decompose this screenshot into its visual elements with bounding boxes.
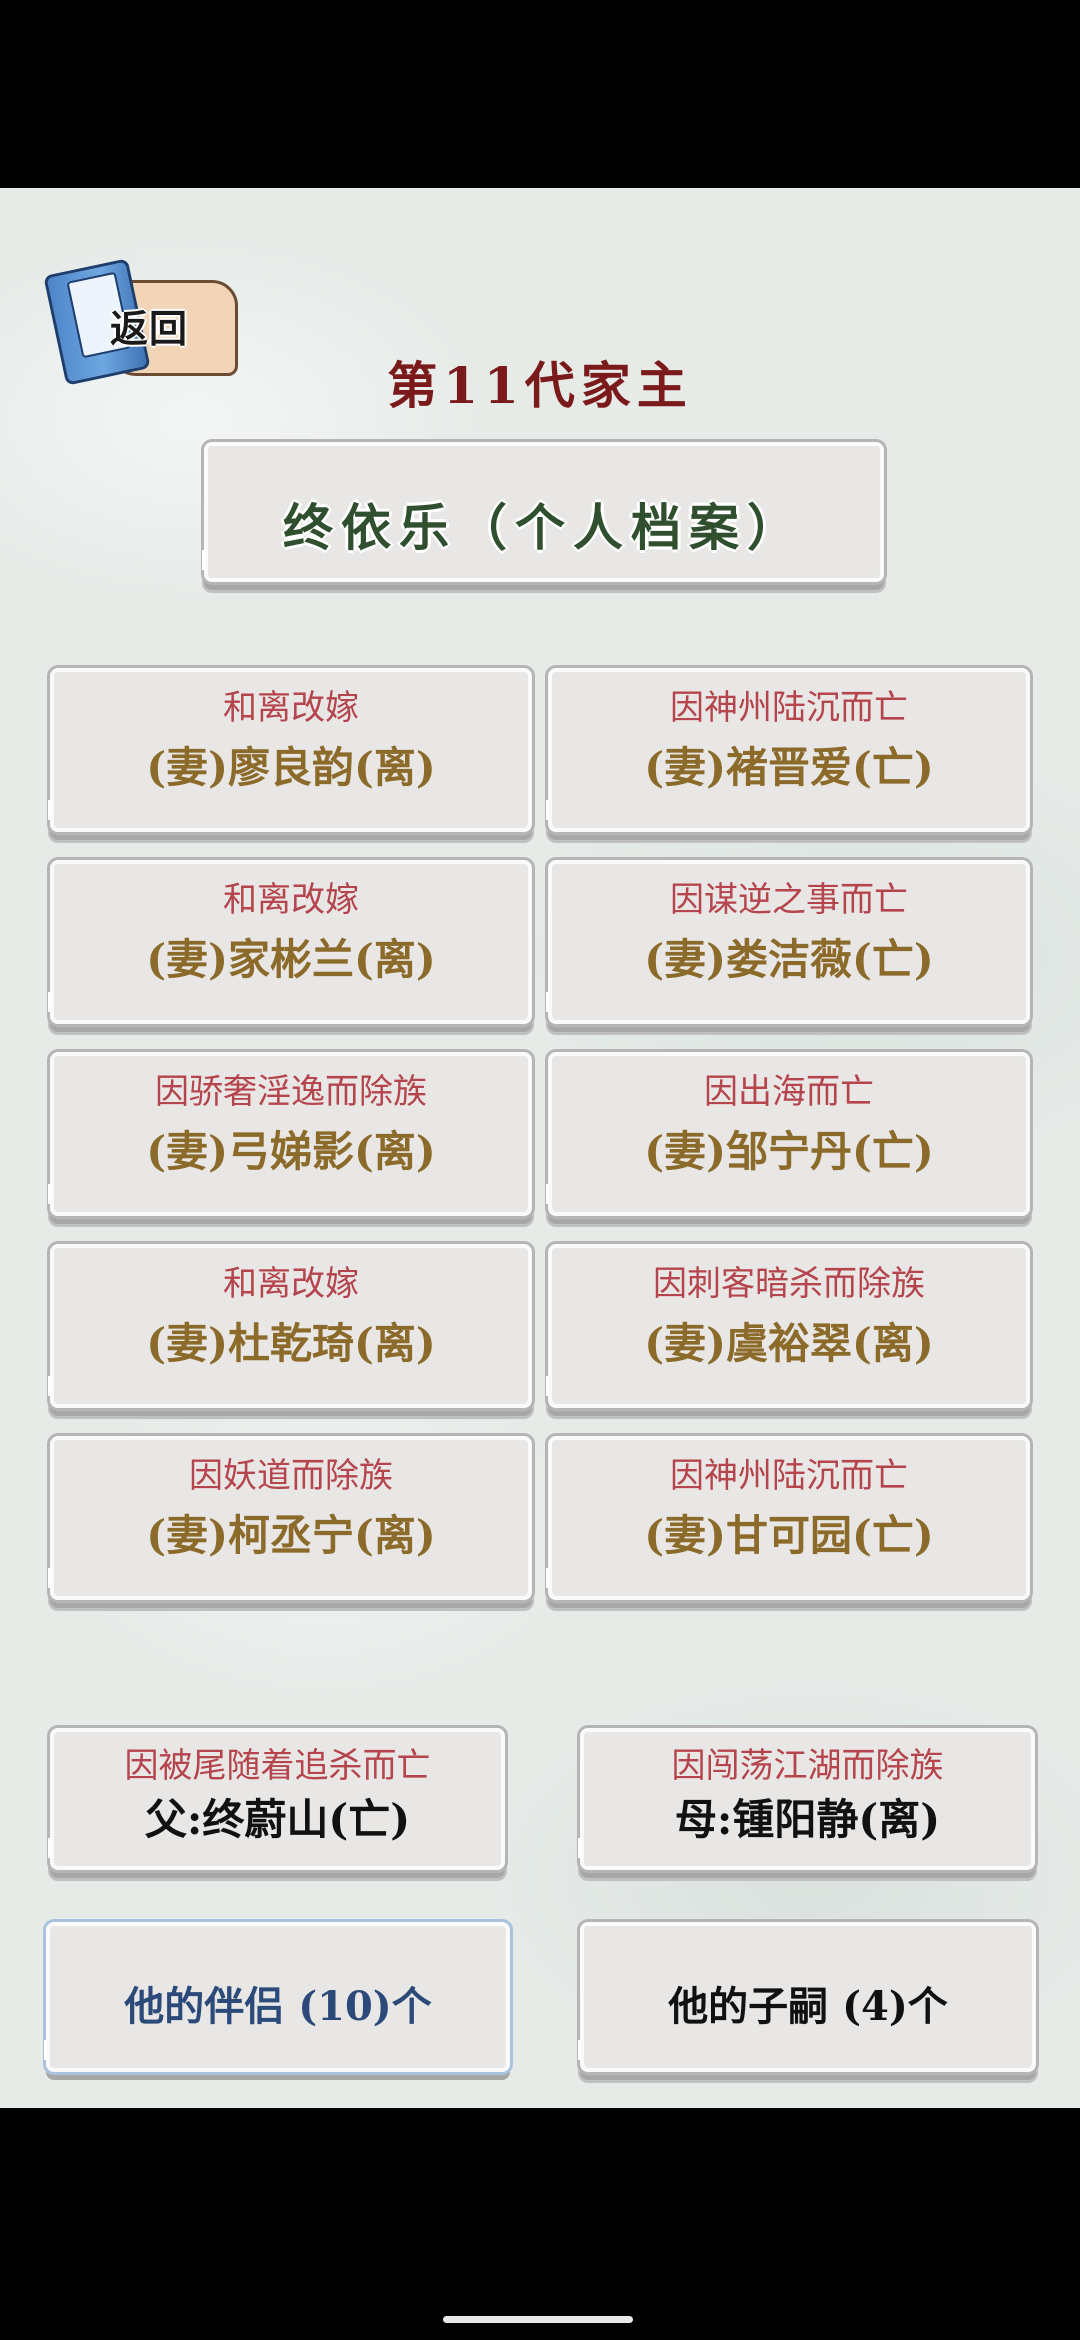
mother-name: 母:锺阳静(离) (674, 1795, 941, 1844)
partner-note: 因骄奢淫逸而除族 (155, 1072, 427, 1112)
partner-name: (妻)邹宁丹(亡) (644, 1127, 934, 1176)
partner-card[interactable]: 因骄奢淫逸而除族 (妻)弓娣影(离) (48, 1052, 532, 1216)
tab-partners[interactable]: 他的伴侣 (10)个 (44, 1922, 510, 2072)
partner-card[interactable]: 因神州陆沉而亡 (妻)甘可园(亡) (546, 1436, 1030, 1600)
partner-card[interactable]: 因刺客暗杀而除族 (妻)虞裕翠(离) (546, 1244, 1030, 1408)
partner-note: 因出海而亡 (704, 1072, 874, 1112)
status-bar (0, 0, 1080, 188)
back-button-label: 返回 (110, 307, 189, 351)
app-screen: 返回 第11代家主 终依乐（个人档案） 和离改嫁 (妻)廖良韵(离) 因神州陆沉… (0, 188, 1080, 2108)
partner-card[interactable]: 因妖道而除族 (妻)柯丞宁(离) (48, 1436, 532, 1600)
partner-card[interactable]: 和离改嫁 (妻)杜乾琦(离) (48, 1244, 532, 1408)
partner-name: (妻)杜乾琦(离) (146, 1319, 436, 1368)
father-card[interactable]: 因被尾随着追杀而亡 父:终蔚山(亡) (48, 1728, 505, 1870)
partner-card[interactable]: 因神州陆沉而亡 (妻)褚晋爱(亡) (546, 668, 1030, 832)
partner-name: (妻)柯丞宁(离) (146, 1511, 436, 1560)
partner-card[interactable]: 因出海而亡 (妻)邹宁丹(亡) (546, 1052, 1030, 1216)
father-note: 因被尾随着追杀而亡 (124, 1746, 431, 1786)
tab-children-label: 他的子嗣 (4)个 (668, 1983, 948, 2030)
mother-note: 因闯荡江湖而除族 (671, 1746, 944, 1786)
profile-name: 终依乐（个人档案） (283, 498, 805, 557)
partner-name: (妻)弓娣影(离) (146, 1127, 436, 1176)
tab-partners-label: 他的伴侣 (10)个 (124, 1983, 432, 2030)
partner-note: 因神州陆沉而亡 (670, 1456, 908, 1496)
navigation-bar (0, 2108, 1080, 2340)
partner-name: (妻)甘可园(亡) (644, 1511, 934, 1560)
tab-children[interactable]: 他的子嗣 (4)个 (578, 1922, 1036, 2072)
partner-name: (妻)廖良韵(离) (146, 743, 436, 792)
father-name: 父:终蔚山(亡) (144, 1795, 411, 1844)
profile-name-panel: 终依乐（个人档案） (202, 442, 884, 582)
partner-name: (妻)褚晋爱(亡) (644, 743, 934, 792)
partner-card[interactable]: 因谋逆之事而亡 (妻)娄洁薇(亡) (546, 860, 1030, 1024)
partner-note: 因妖道而除族 (189, 1456, 393, 1496)
partner-card[interactable]: 和离改嫁 (妻)廖良韵(离) (48, 668, 532, 832)
partner-note: 因神州陆沉而亡 (670, 688, 908, 728)
home-indicator[interactable] (443, 2316, 633, 2323)
partner-note: 因谋逆之事而亡 (670, 880, 908, 920)
partner-card[interactable]: 和离改嫁 (妻)家彬兰(离) (48, 860, 532, 1024)
partner-name: (妻)娄洁薇(亡) (644, 935, 934, 984)
partner-note: 和离改嫁 (223, 688, 359, 728)
partner-name: (妻)虞裕翠(离) (644, 1319, 934, 1368)
partner-note: 和离改嫁 (223, 1264, 359, 1304)
partner-name: (妻)家彬兰(离) (146, 935, 436, 984)
mother-card[interactable]: 因闯荡江湖而除族 母:锺阳静(离) (578, 1728, 1035, 1870)
partner-note: 和离改嫁 (223, 880, 359, 920)
partner-note: 因刺客暗杀而除族 (653, 1264, 925, 1304)
page-title: 第11代家主 (387, 356, 693, 415)
